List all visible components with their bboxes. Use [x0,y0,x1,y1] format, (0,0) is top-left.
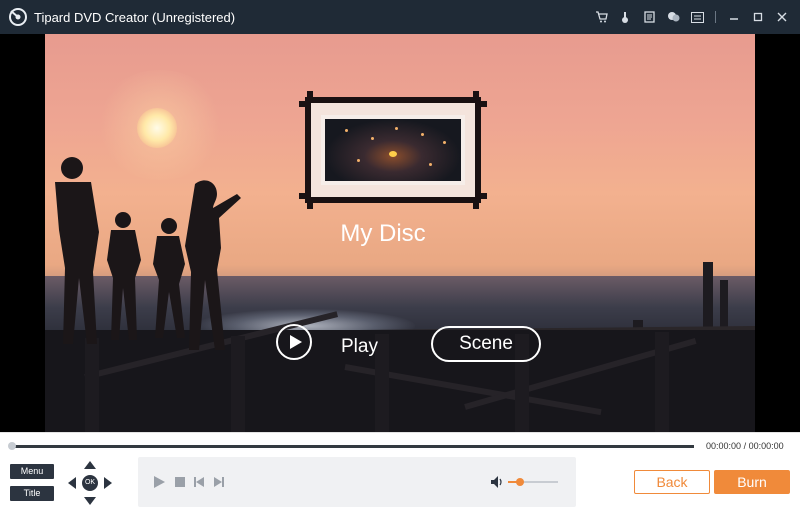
thumbnail-light [357,159,360,162]
pier-post [703,262,713,332]
ok-button[interactable]: OK [82,475,98,491]
burn-button[interactable]: Burn [714,470,790,494]
play-icon[interactable] [154,476,165,488]
title-bar: Tipard DVD Creator (Unregistered) [0,0,800,34]
title-bar-icons [589,0,800,34]
arrow-right-icon[interactable] [104,477,112,489]
close-icon[interactable] [772,7,792,27]
timeline-handle[interactable] [8,442,16,450]
volume-icon[interactable] [490,475,504,489]
key-icon[interactable] [615,7,635,27]
menu-button[interactable]: Menu [10,464,54,479]
arrow-up-icon[interactable] [84,461,96,469]
app-logo-icon [9,8,27,26]
window-title: Tipard DVD Creator (Unregistered) [34,10,236,25]
disc-title[interactable]: My Disc [323,220,443,248]
pier-post [655,332,669,432]
thumbnail-light [345,129,348,132]
thumbnail-light [371,137,374,140]
play-icon [290,335,302,349]
arrow-down-icon[interactable] [84,497,96,505]
play-menu-label[interactable]: Play [341,336,378,358]
arrow-left-icon[interactable] [68,477,76,489]
time-separator: / [743,441,747,451]
video-thumbnail [321,115,465,185]
back-button[interactable]: Back [634,470,710,494]
current-time: 00:00:00 [706,441,742,451]
thumbnail-light [395,127,398,130]
thumbnail-light [389,151,397,157]
total-time: 00:00:00 [748,441,784,451]
play-menu-button[interactable] [276,324,312,360]
thumbnail-light [429,163,432,166]
menu-preview: My Disc Play Scene [0,34,800,432]
thumbnail-light [443,141,446,144]
thumbnail-light [421,133,424,136]
previous-icon[interactable] [194,477,204,487]
disc-thumbnail-frame[interactable] [299,91,487,209]
sun [137,108,177,148]
pier-post [720,280,728,332]
minimize-icon[interactable] [724,7,744,27]
title-button[interactable]: Title [10,486,54,501]
player-controls [138,457,576,507]
feedback-icon[interactable] [663,7,683,27]
stop-icon[interactable] [175,477,185,487]
navigation-pad: OK [68,461,112,505]
volume-slider-handle[interactable] [516,478,524,486]
title-bar-separator [715,11,716,23]
scene-menu-button[interactable]: Scene [431,326,541,362]
register-icon[interactable] [639,7,659,27]
family-silhouette [55,157,241,350]
next-icon[interactable] [214,477,224,487]
timeline-track[interactable] [10,445,694,448]
menu-icon[interactable] [687,7,707,27]
maximize-icon[interactable] [748,7,768,27]
time-display: 00:00:00 / 00:00:00 [706,441,784,451]
cart-icon[interactable] [591,7,611,27]
